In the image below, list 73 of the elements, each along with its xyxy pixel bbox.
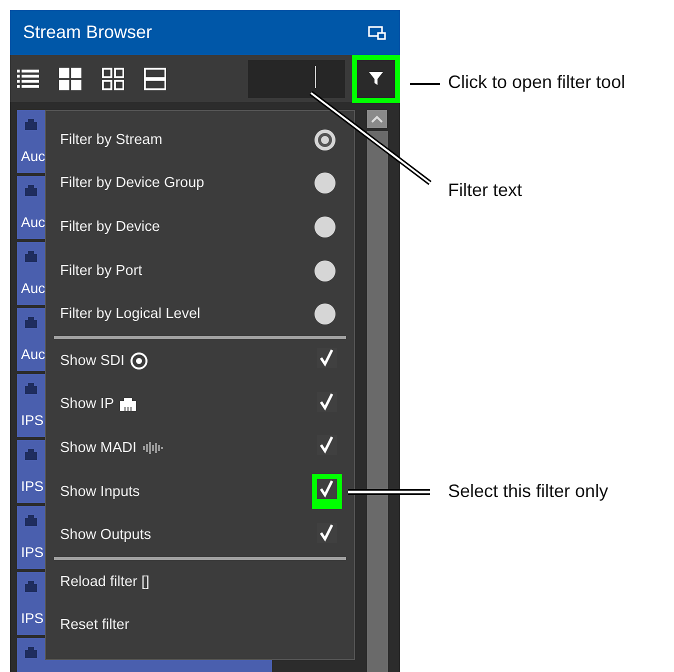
menu-item[interactable]: Filter by Device xyxy=(54,205,346,249)
tile-label: Auc xyxy=(21,346,46,362)
leader-line xyxy=(410,83,440,85)
radio-button[interactable] xyxy=(314,172,336,194)
menu-item[interactable]: Show Inputs xyxy=(54,470,346,514)
radio-button[interactable] xyxy=(314,303,336,326)
tile-label: IPS xyxy=(21,478,44,494)
menu-item[interactable]: Filter by Stream xyxy=(54,118,346,162)
callout-text: Filter text xyxy=(448,180,522,201)
network-port-icon xyxy=(25,515,37,526)
network-port-icon xyxy=(25,251,37,262)
menu-item-label: Filter by Device Group xyxy=(60,175,204,192)
tile-label: Auc xyxy=(21,280,46,296)
network-port-icon xyxy=(120,398,136,411)
scrollbar[interactable] xyxy=(367,110,388,672)
tile-label: IPS xyxy=(21,610,44,626)
stream-tile[interactable]: IPS xyxy=(17,374,45,437)
window-title: Stream Browser xyxy=(23,22,152,43)
network-port-icon xyxy=(25,185,37,196)
scroll-up-button[interactable] xyxy=(367,110,387,128)
network-port-icon xyxy=(25,581,37,592)
menu-item[interactable]: Reload filter [] xyxy=(54,560,346,604)
stream-tile[interactable]: Auc xyxy=(17,242,45,305)
menu-item-label: Show IP xyxy=(60,396,114,412)
filter-button[interactable] xyxy=(356,60,395,98)
tile-label: IPS xyxy=(21,412,44,428)
menu-item-label: Filter by Stream xyxy=(60,132,162,148)
waveform-icon xyxy=(142,442,163,454)
menu-item[interactable]: Filter by Port xyxy=(54,248,346,292)
menu-item-label: Filter by Port xyxy=(60,262,142,279)
tile-label: IPS xyxy=(21,544,44,560)
radio-button[interactable] xyxy=(314,128,336,151)
menu-item-label: Show MADI xyxy=(60,440,137,456)
radio-button[interactable] xyxy=(314,260,336,282)
menu-item-label: Show SDI xyxy=(60,352,124,369)
menu-item[interactable]: Reset filter xyxy=(54,604,346,648)
menu-item-label: Filter by Logical Level xyxy=(60,306,200,322)
stream-tile[interactable]: IPS xyxy=(17,506,45,569)
stream-tile[interactable]: Auc xyxy=(17,110,45,173)
callout-text: Click to open filter tool xyxy=(448,72,626,93)
tile-label: Auc xyxy=(21,214,46,230)
tile-label: Auc xyxy=(21,148,46,164)
menu-item-label: Show Outputs xyxy=(60,527,152,544)
network-port-icon xyxy=(25,119,37,130)
network-port-icon xyxy=(25,317,37,328)
menu-item[interactable]: Show Outputs xyxy=(54,513,346,557)
stream-tile[interactable]: IPS xyxy=(17,440,45,503)
rows-view-icon[interactable] xyxy=(144,66,166,90)
network-port-icon xyxy=(25,647,37,658)
menu-item[interactable]: Show MADI xyxy=(54,426,346,470)
menu-item-label: Reload filter [] xyxy=(60,574,150,590)
menu-item[interactable]: Filter by Logical Level xyxy=(54,292,346,336)
filter-icon xyxy=(368,72,383,86)
radio-button[interactable] xyxy=(314,216,336,238)
small-grid-icon[interactable] xyxy=(102,66,124,90)
network-port-icon xyxy=(25,383,37,394)
target-icon xyxy=(130,352,148,370)
checkbox[interactable] xyxy=(317,479,337,500)
menu-item[interactable]: Filter by Device Group xyxy=(54,162,346,206)
menu-item-label: Reset filter xyxy=(60,617,130,634)
menu-item[interactable]: Show IP xyxy=(54,382,346,426)
menu-item-label: Show Inputs xyxy=(60,484,140,500)
menu-item-label: Filter by Device xyxy=(60,218,160,235)
large-grid-icon[interactable] xyxy=(59,66,82,90)
list-view-icon[interactable] xyxy=(17,68,40,88)
popout-icon[interactable] xyxy=(368,26,386,40)
stream-tile[interactable]: Auc xyxy=(17,176,45,239)
callout-text: Select this filter only xyxy=(448,481,608,502)
menu-item[interactable]: Show SDI xyxy=(54,338,346,383)
filter-text-field[interactable] xyxy=(248,60,345,98)
stream-tile[interactable]: IPS xyxy=(17,572,45,635)
stream-tile[interactable]: Auc xyxy=(17,308,45,371)
network-port-icon xyxy=(25,449,37,460)
